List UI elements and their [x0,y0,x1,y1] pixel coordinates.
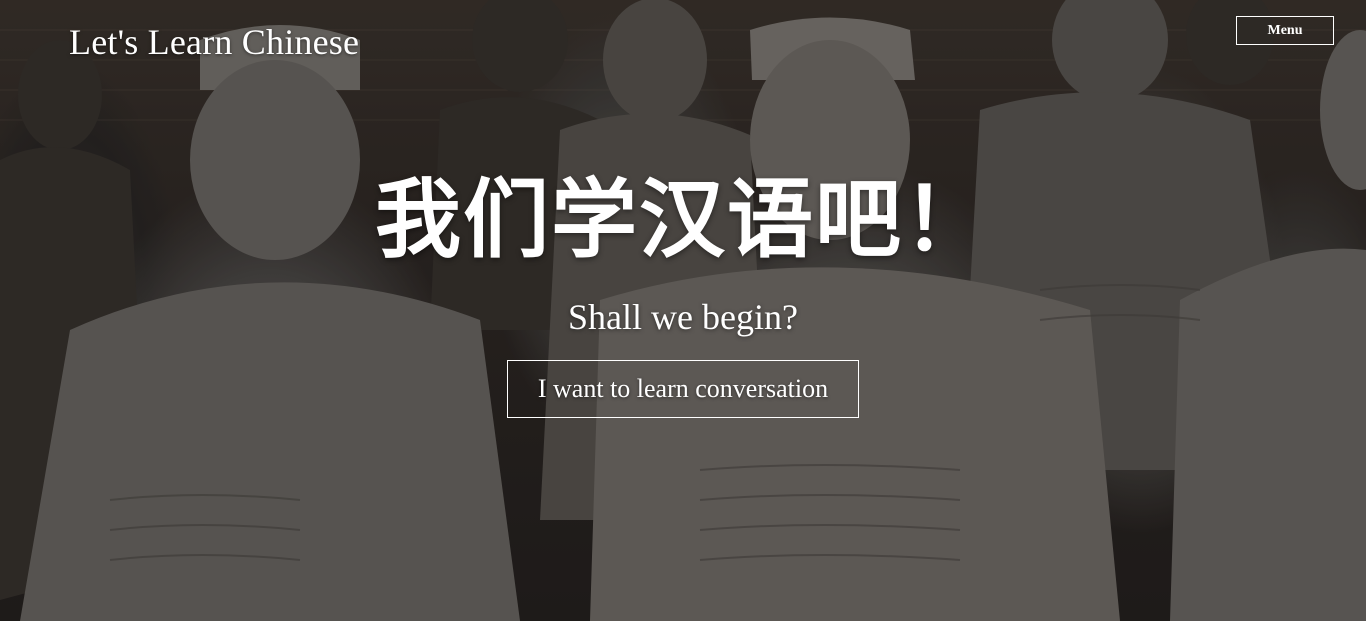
learn-conversation-button[interactable]: I want to learn conversation [507,360,859,418]
hero-subtitle: Shall we begin? [568,297,798,337]
hero-section: Let's Learn Chinese Menu 我们学汉语吧！ Shall w… [0,0,1366,621]
site-title[interactable]: Let's Learn Chinese [69,20,359,64]
hero-headline: 我们学汉语吧！ [375,169,991,270]
menu-button[interactable]: Menu [1236,16,1334,45]
